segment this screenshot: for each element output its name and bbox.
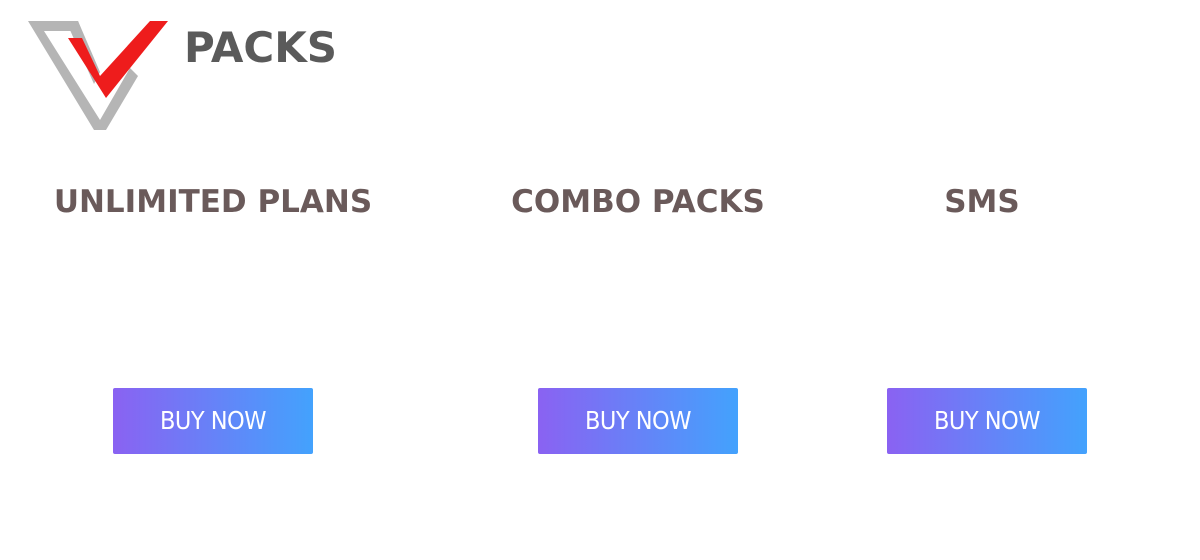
buy-now-button-unlimited[interactable]: BUY NOW xyxy=(113,388,313,454)
buy-now-button-combo[interactable]: BUY NOW xyxy=(538,388,738,454)
brand-logo[interactable]: PACKS xyxy=(26,18,342,134)
plan-title-unlimited: UNLIMITED PLANS xyxy=(53,184,373,220)
brand-name: PACKS xyxy=(184,23,338,72)
plan-title-combo: COMBO PACKS xyxy=(511,184,765,220)
plan-title-sms: SMS xyxy=(944,184,1020,220)
v-logo-icon xyxy=(28,21,168,130)
buy-now-button-sms[interactable]: BUY NOW xyxy=(887,388,1087,454)
